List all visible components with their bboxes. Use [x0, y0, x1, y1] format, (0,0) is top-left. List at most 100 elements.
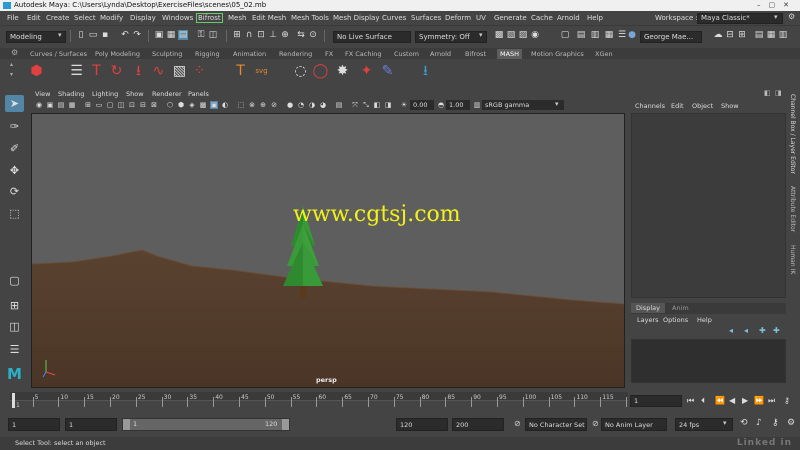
- depth-of-field-icon[interactable]: ◕: [319, 101, 327, 109]
- menu-file[interactable]: File: [7, 14, 19, 22]
- menu-display[interactable]: Display: [130, 14, 156, 22]
- multisample-aa-icon[interactable]: ◑: [308, 101, 316, 109]
- new-layer-selected-icon[interactable]: ✚: [773, 326, 780, 335]
- mash-download-icon[interactable]: ⭳: [130, 63, 147, 80]
- gamma-symbol-icon[interactable]: ◓: [437, 101, 445, 109]
- color-management-icon[interactable]: ▥: [473, 101, 481, 109]
- symmetry-dropdown[interactable]: Symmetry: Off: [415, 31, 487, 43]
- type-tool-icon[interactable]: T: [232, 63, 249, 80]
- select-hierarchy-icon[interactable]: ▣: [154, 30, 164, 40]
- show-channel-box-icon[interactable]: ▦: [604, 30, 614, 40]
- screen-space-ao-icon[interactable]: ●: [286, 101, 294, 109]
- playback-start-field[interactable]: 1: [65, 418, 117, 431]
- wire-on-shaded-icon[interactable]: ◈: [188, 101, 196, 109]
- channelbox-menu-edit[interactable]: Edit: [671, 102, 684, 110]
- menu-uv[interactable]: UV: [476, 14, 486, 22]
- tab-arnold[interactable]: Arnold: [430, 49, 451, 59]
- menu-bifrost[interactable]: Bifrost: [196, 13, 223, 23]
- cloud-icon[interactable]: ☁: [713, 30, 723, 40]
- menu-modify[interactable]: Modify: [100, 14, 123, 22]
- sidetab-channel-box[interactable]: Channel Box / Layer Editor: [789, 94, 796, 174]
- mash-paint-icon[interactable]: ✎: [379, 63, 396, 80]
- live-surface-field[interactable]: No Live Surface: [333, 31, 411, 43]
- menu-select[interactable]: Select: [74, 14, 96, 22]
- tab-animation[interactable]: Animation: [233, 49, 266, 59]
- xray-joints-icon[interactable]: ⊕: [259, 101, 267, 109]
- open-scene-icon[interactable]: ▭: [88, 30, 98, 40]
- layers-menu-layers[interactable]: Layers: [637, 316, 659, 324]
- bookmark-icon[interactable]: ▤: [57, 101, 65, 109]
- four-view-icon[interactable]: ⊞: [5, 297, 24, 314]
- playback-end-field[interactable]: 120: [396, 418, 448, 431]
- make-live-icon[interactable]: ⊕: [280, 30, 290, 40]
- tab-anim[interactable]: Anim: [672, 304, 689, 312]
- go-to-start-icon[interactable]: ⏮: [687, 396, 694, 406]
- sidetab-human-ik[interactable]: Human IK: [789, 245, 796, 274]
- menu-set-dropdown[interactable]: Modeling: [6, 31, 66, 43]
- menu-create[interactable]: Create: [46, 14, 69, 22]
- mash-curve-icon[interactable]: ∿: [150, 63, 167, 80]
- move-layer-down-icon[interactable]: ◂: [744, 326, 748, 335]
- mash-export-icon[interactable]: ⭳: [417, 63, 434, 80]
- render-settings-icon[interactable]: ▨: [518, 30, 528, 40]
- frame-all-icon[interactable]: ⤧: [351, 101, 359, 109]
- chevron-down-icon[interactable]: ▾: [555, 100, 559, 108]
- select-component-icon[interactable]: ▤: [178, 30, 188, 40]
- menu-cache[interactable]: Cache: [531, 14, 553, 22]
- smooth-shade-icon[interactable]: ⬢: [177, 101, 185, 109]
- move-tool-icon[interactable]: ✥: [5, 162, 24, 179]
- tab-mash[interactable]: MASH: [497, 49, 523, 59]
- menu-mesh-display[interactable]: Mesh Display: [333, 14, 379, 22]
- snap-view-plane-icon[interactable]: ⊥: [268, 30, 278, 40]
- toggle-panel-a-icon[interactable]: ▤: [754, 30, 764, 40]
- show-attribute-editor-icon[interactable]: ▤: [576, 30, 586, 40]
- chevron-down-icon[interactable]: ▾: [58, 31, 62, 39]
- mash-outliner-icon[interactable]: ☰: [68, 63, 85, 80]
- mash-refresh-icon[interactable]: ↻: [108, 63, 125, 80]
- mash-dynamics-icon[interactable]: ✸: [334, 63, 351, 80]
- chevron-down-icon[interactable]: ▾: [774, 13, 778, 21]
- show-tool-settings-icon[interactable]: ▥: [590, 30, 600, 40]
- cart-icon[interactable]: ⊟: [725, 30, 735, 40]
- snap-point-icon[interactable]: ⊡: [256, 30, 266, 40]
- lock-selection-icon[interactable]: ⚿: [196, 30, 206, 40]
- menu-edit-mesh[interactable]: Edit Mesh: [252, 14, 286, 22]
- menu-surfaces[interactable]: Surfaces: [411, 14, 441, 22]
- shadows-icon[interactable]: ◐: [221, 101, 229, 109]
- menu-curves[interactable]: Curves: [382, 14, 406, 22]
- repro-icon[interactable]: ◌: [292, 63, 309, 80]
- tab-fx[interactable]: FX: [325, 49, 333, 59]
- menu-generate[interactable]: Generate: [494, 14, 527, 22]
- history-icon[interactable]: ⊙: [308, 30, 318, 40]
- menu-mesh[interactable]: Mesh: [228, 14, 246, 22]
- auto-key-icon[interactable]: ⚷: [772, 418, 779, 428]
- menu-windows[interactable]: Windows: [162, 14, 193, 22]
- go-to-end-icon[interactable]: ⏭: [768, 396, 775, 406]
- channelbox-menu-show[interactable]: Show: [721, 102, 739, 110]
- tab-fx-caching[interactable]: FX Caching: [345, 49, 382, 59]
- ipr-render-icon[interactable]: ▧: [506, 30, 516, 40]
- tab-rigging[interactable]: Rigging: [195, 49, 220, 59]
- tab-display[interactable]: Display: [631, 303, 665, 313]
- tab-rendering[interactable]: Rendering: [279, 49, 312, 59]
- redo-icon[interactable]: ↷: [132, 30, 142, 40]
- viewport-menu-show[interactable]: Show: [126, 90, 144, 98]
- camera-attr-icon[interactable]: ▣: [46, 101, 54, 109]
- character-set-dropdown[interactable]: No Character Set: [525, 418, 587, 431]
- lasso-tool-icon[interactable]: ✑: [5, 118, 24, 135]
- menu-arnold[interactable]: Arnold: [557, 14, 580, 22]
- textured-icon[interactable]: ▩: [199, 101, 207, 109]
- range-end-handle[interactable]: [282, 419, 289, 430]
- mash-checker-icon[interactable]: ▧: [171, 63, 188, 80]
- menu-mesh-tools[interactable]: Mesh Tools: [291, 14, 329, 22]
- viewport-menu-renderer[interactable]: Renderer: [152, 90, 182, 98]
- gamma-field[interactable]: 1.00: [446, 100, 470, 110]
- safe-action-icon[interactable]: ⊟: [139, 101, 147, 109]
- select-object-icon[interactable]: ▦: [166, 30, 176, 40]
- xray-icon[interactable]: ⊗: [248, 101, 256, 109]
- channelbox-menu-object[interactable]: Object: [692, 102, 713, 110]
- mash-sphere-icon[interactable]: ◯: [312, 63, 329, 80]
- svg-tool-icon[interactable]: svg: [253, 63, 270, 80]
- wireframe-icon[interactable]: ⬡: [166, 101, 174, 109]
- sidetab-attribute-editor[interactable]: Attribute Editor: [789, 186, 796, 232]
